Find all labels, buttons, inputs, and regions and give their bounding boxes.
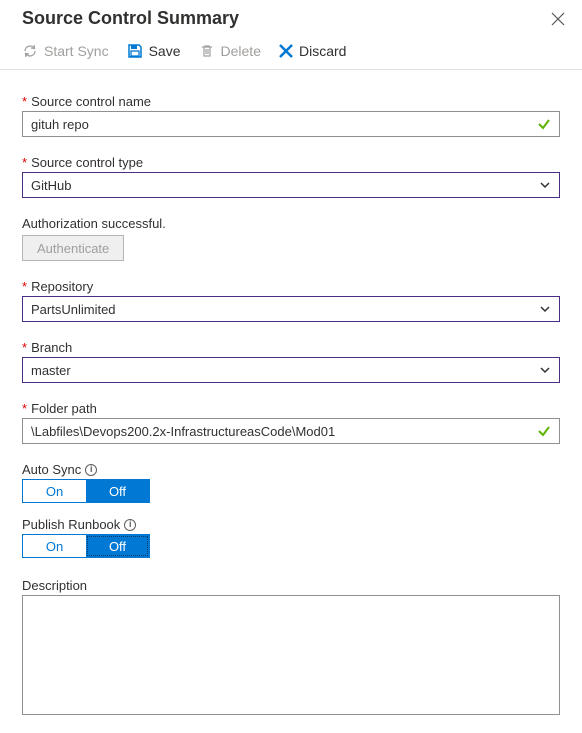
source-control-type-select[interactable]: GitHub <box>22 172 560 198</box>
delete-label: Delete <box>221 43 261 59</box>
trash-icon <box>199 43 215 59</box>
required-marker: * <box>22 401 27 416</box>
publish-runbook-label: Publish Runbook <box>22 517 120 532</box>
save-icon <box>127 43 143 59</box>
auto-sync-toggle[interactable]: On Off <box>22 479 150 503</box>
page-title: Source Control Summary <box>22 8 239 29</box>
delete-button: Delete <box>199 43 261 59</box>
source-control-type-label: Source control type <box>31 155 143 170</box>
description-textarea[interactable] <box>22 595 560 715</box>
folder-path-input[interactable]: \Labfiles\Devops200.2x-InfrastructureasC… <box>22 418 560 444</box>
chevron-down-icon <box>539 179 551 191</box>
required-marker: * <box>22 340 27 355</box>
check-icon <box>537 117 551 131</box>
source-control-name-input[interactable]: gituh repo <box>22 111 560 137</box>
auto-sync-off[interactable]: Off <box>86 480 149 502</box>
discard-icon <box>279 44 293 58</box>
chevron-down-icon <box>539 364 551 376</box>
chevron-down-icon <box>539 303 551 315</box>
start-sync-label: Start Sync <box>44 43 109 59</box>
close-button[interactable] <box>548 9 568 29</box>
source-control-name-value: gituh repo <box>31 117 89 132</box>
repository-value: PartsUnlimited <box>31 302 116 317</box>
discard-button[interactable]: Discard <box>279 43 346 59</box>
info-icon[interactable]: i <box>124 519 136 531</box>
authenticate-button: Authenticate <box>22 235 124 261</box>
description-label: Description <box>22 578 87 593</box>
discard-label: Discard <box>299 43 346 59</box>
toolbar: Start Sync Save Delete Discard <box>0 35 582 70</box>
save-label: Save <box>149 43 181 59</box>
close-icon <box>551 12 565 26</box>
publish-runbook-toggle[interactable]: On Off <box>22 534 150 558</box>
auth-status-text: Authorization successful. <box>22 216 560 231</box>
required-marker: * <box>22 94 27 109</box>
check-icon <box>537 424 551 438</box>
auto-sync-on[interactable]: On <box>23 480 86 502</box>
branch-value: master <box>31 363 71 378</box>
save-button[interactable]: Save <box>127 43 181 59</box>
source-control-type-value: GitHub <box>31 178 71 193</box>
sync-icon <box>22 43 38 59</box>
repository-select[interactable]: PartsUnlimited <box>22 296 560 322</box>
branch-label: Branch <box>31 340 72 355</box>
info-icon[interactable]: i <box>85 464 97 476</box>
folder-path-label: Folder path <box>31 401 97 416</box>
start-sync-button: Start Sync <box>22 43 109 59</box>
branch-select[interactable]: master <box>22 357 560 383</box>
folder-path-value: \Labfiles\Devops200.2x-InfrastructureasC… <box>31 424 335 439</box>
required-marker: * <box>22 155 27 170</box>
publish-runbook-off[interactable]: Off <box>86 535 149 557</box>
repository-label: Repository <box>31 279 93 294</box>
publish-runbook-on[interactable]: On <box>23 535 86 557</box>
source-control-name-label: Source control name <box>31 94 151 109</box>
required-marker: * <box>22 279 27 294</box>
auto-sync-label: Auto Sync <box>22 462 81 477</box>
